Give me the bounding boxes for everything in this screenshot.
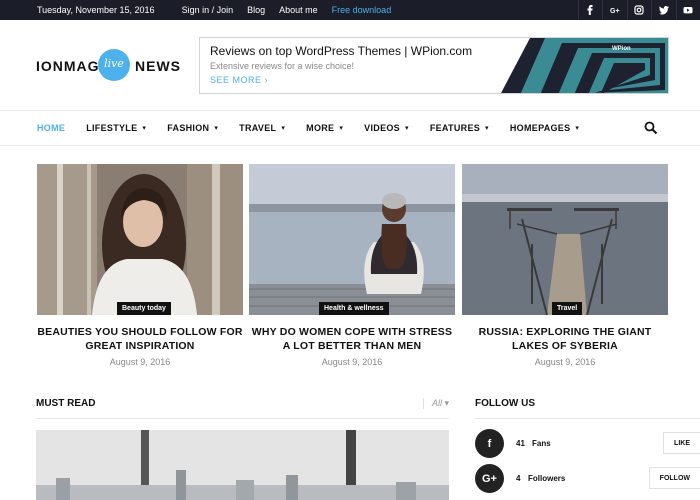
like-button[interactable]: LIKE [663, 432, 700, 454]
article-title[interactable]: WHY DO WOMEN COPE WITH STRESS A LOT BETT… [249, 325, 455, 353]
nav-item-lifestyle[interactable]: LIFESTYLE ▾ [86, 123, 146, 133]
chevron-down-icon: ▾ [214, 125, 219, 132]
twitter-icon[interactable] [651, 0, 676, 20]
current-date: Tuesday, November 15, 2016 [37, 5, 155, 15]
follow-us-section: FOLLOW US f 41 Fans LIKE G+ 4 Followers … [475, 398, 700, 493]
nav-item-travel[interactable]: TRAVEL ▾ [239, 123, 285, 133]
banner-title: Reviews on top WordPress Themes | WPion.… [210, 44, 473, 58]
featured-card[interactable]: Health & wellness WHY DO WOMEN COPE WITH… [249, 164, 455, 367]
category-badge[interactable]: Health & wellness [319, 302, 389, 315]
featured-image[interactable]: Beauty today [37, 164, 243, 315]
chevron-down-icon: ▾ [575, 125, 580, 132]
search-icon[interactable] [644, 121, 658, 135]
svg-text:G+: G+ [610, 8, 620, 15]
nav-item-homepages[interactable]: HOMEPAGES ▾ [510, 123, 579, 133]
instagram-icon[interactable] [626, 0, 652, 20]
nav-item-videos[interactable]: VIDEOS ▾ [364, 123, 409, 133]
banner-subtitle: Extensive reviews for a wise choice! [210, 61, 355, 71]
free-download-link[interactable]: Free download [332, 5, 392, 15]
nav-item-label: MORE [306, 123, 335, 133]
follower-label: Fans [532, 439, 551, 448]
category-badge[interactable]: Beauty today [117, 302, 171, 315]
chevron-down-icon: ▾ [339, 125, 344, 132]
banner-see-more-link[interactable]: SEE MORE › [210, 75, 268, 85]
nav-item-label: HOME [37, 123, 66, 133]
must-read-section: MUST READ All ▾ [36, 398, 449, 500]
lake-photo [249, 164, 455, 315]
facebook-icon[interactable]: f [475, 429, 504, 458]
nav-item-home[interactable]: HOME [37, 123, 65, 133]
nav-item-label: FEATURES [429, 123, 481, 133]
article-title[interactable]: RUSSIA: EXPLORING THE GIANT LAKES OF SYB… [462, 325, 668, 353]
logo-word-ionmag: IONMAG [36, 58, 100, 74]
follower-label: Followers [528, 474, 566, 483]
chevron-down-icon: ▾ [142, 125, 147, 132]
follower-count: 41 [516, 439, 525, 448]
logo-word-news: NEWS [135, 58, 181, 74]
follower-count: 4 [516, 474, 521, 483]
article-date: August 9, 2016 [109, 357, 171, 367]
banner-artwork: WPion [501, 38, 668, 93]
featured-image[interactable]: Health & wellness [249, 164, 455, 315]
top-bar: Tuesday, November 15, 2016 Sign in / Joi… [0, 0, 700, 20]
must-read-image[interactable] [36, 430, 449, 500]
nav-item-label: HOMEPAGES [509, 123, 571, 133]
article-date: August 9, 2016 [321, 357, 383, 367]
section-heading: FOLLOW US [475, 398, 535, 409]
nav-item-label: FASHION [167, 123, 210, 133]
follow-row-google-plus: G+ 4 Followers FOLLOW [475, 464, 700, 494]
article-title[interactable]: BEAUTIES YOU SHOULD FOLLOW FOR GREAT INS… [37, 325, 243, 353]
logo-badge-text: live [104, 57, 124, 70]
follow-row-facebook: f 41 Fans LIKE [475, 429, 700, 459]
site-logo[interactable]: IONMAG live NEWS [36, 48, 186, 84]
ad-banner[interactable]: Reviews on top WordPress Themes | WPion.… [199, 37, 669, 94]
google-plus-icon[interactable]: G+ [475, 464, 504, 493]
youtube-icon[interactable] [675, 0, 700, 20]
chevron-down-icon: ▾ [281, 125, 286, 132]
featured-card[interactable]: Beauty today BEAUTIES YOU SHOULD FOLLOW … [37, 164, 243, 367]
banner-brand: WPion [612, 46, 631, 52]
filter-dropdown[interactable]: All ▾ [422, 398, 449, 409]
portrait-photo [37, 164, 243, 315]
category-badge[interactable]: Travel [552, 302, 583, 315]
section-divider [36, 418, 449, 419]
main-navigation: HOME LIFESTYLE ▾ FASHION ▾ TRAVEL ▾ MORE ▾ V… [0, 110, 700, 146]
featured-card[interactable]: Travel RUSSIA: EXPLORING THE GIANT LAKES… [462, 164, 668, 367]
nav-item-label: LIFESTYLE [86, 123, 138, 133]
facebook-icon[interactable] [577, 0, 603, 20]
follow-button[interactable]: FOLLOW [648, 467, 700, 489]
city-window-photo [36, 430, 449, 500]
nav-item-more[interactable]: MORE ▾ [306, 123, 343, 133]
nav-item-features[interactable]: FEATURES ▾ [430, 123, 489, 133]
featured-image[interactable]: Travel [462, 164, 668, 315]
sign-in-link[interactable]: Sign in / Join [182, 5, 234, 15]
section-divider [475, 418, 700, 419]
about-link[interactable]: About me [279, 5, 318, 15]
nav-item-fashion[interactable]: FASHION ▾ [167, 123, 218, 133]
blog-link[interactable]: Blog [247, 5, 265, 15]
section-heading: MUST READ [36, 398, 96, 409]
google-plus-icon[interactable]: G+ [602, 0, 627, 20]
nav-item-label: TRAVEL [239, 123, 277, 133]
chevron-down-icon: ▾ [404, 125, 409, 132]
pier-photo [462, 164, 668, 315]
article-date: August 9, 2016 [534, 357, 596, 367]
chevron-down-icon: ▾ [485, 125, 489, 132]
nav-item-label: VIDEOS [364, 123, 400, 133]
